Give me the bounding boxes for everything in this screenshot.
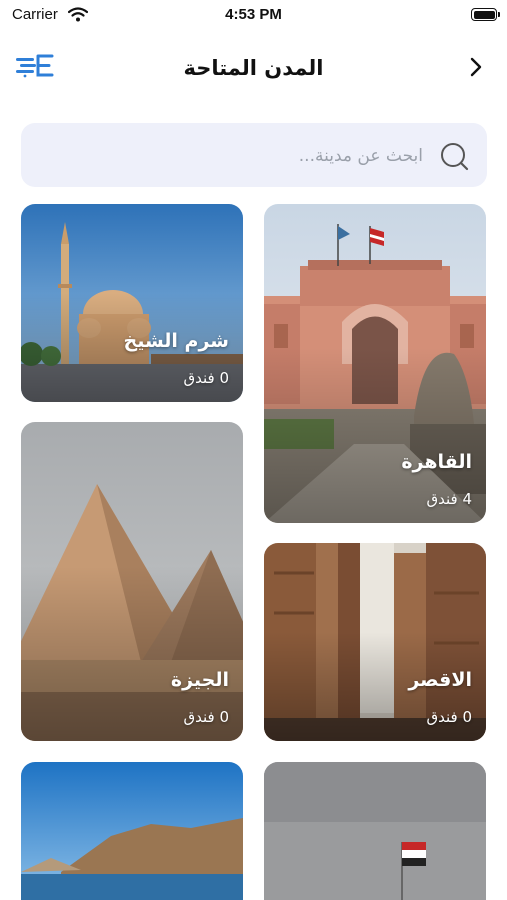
city-card-6[interactable] bbox=[21, 762, 243, 900]
hotel-count: 0 فندق bbox=[426, 708, 472, 726]
hotel-count: 0 فندق bbox=[183, 708, 229, 726]
city-card-luxor[interactable]: الاقصر 0 فندق bbox=[264, 543, 486, 741]
search-input[interactable] bbox=[37, 135, 425, 177]
city-name: الاقصر bbox=[408, 669, 472, 691]
city-card-cairo[interactable]: القاهرة 4 فندق bbox=[264, 204, 486, 523]
status-bar: Carrier 4:53 PM bbox=[0, 0, 507, 32]
hotel-count: 4 فندق bbox=[426, 490, 472, 508]
city-card-5[interactable] bbox=[264, 762, 486, 900]
red-sea-mountain-photo bbox=[21, 762, 243, 900]
battery-icon bbox=[471, 8, 500, 21]
search-bar[interactable] bbox=[21, 123, 487, 187]
city-name: شرم الشيخ bbox=[123, 330, 229, 352]
page-title: المدن المتاحة bbox=[183, 56, 324, 80]
hotel-count: 0 فندق bbox=[183, 369, 229, 387]
city-name: القاهرة bbox=[401, 451, 472, 473]
city-name: الجيزة bbox=[170, 669, 229, 691]
city-card-giza[interactable]: الجيزة 0 فندق bbox=[21, 422, 243, 741]
search-icon bbox=[441, 143, 469, 171]
flag-cloudy-sky-photo bbox=[264, 762, 486, 900]
chevron-right-icon[interactable] bbox=[463, 54, 489, 80]
clock: 4:53 PM bbox=[225, 6, 282, 23]
city-card-sharm-el-sheikh[interactable]: شرم الشيخ 0 فندق bbox=[21, 204, 243, 402]
